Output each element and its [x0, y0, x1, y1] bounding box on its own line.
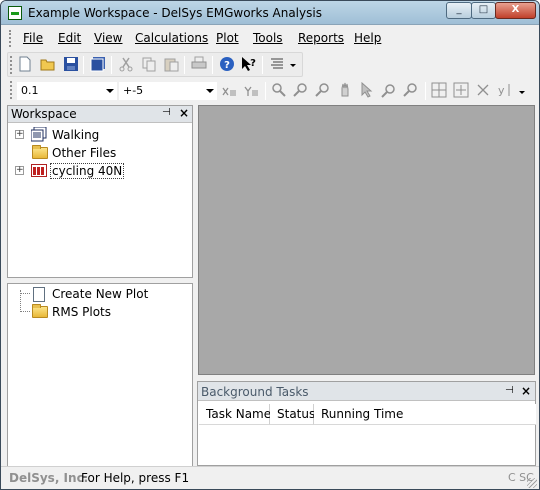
background-tasks-header: Background Tasks ⊣ × [198, 382, 535, 401]
tree-item-create-new-plot[interactable]: Create New Plot [8, 284, 192, 302]
svg-text:y: y [498, 84, 505, 97]
open-folder-icon[interactable] [40, 56, 56, 72]
status-bar: DelSys, Inc. For Help, press F1 C SC [1, 466, 539, 489]
tree-item-label: RMS Plots [52, 305, 111, 319]
data-table-icon [31, 164, 47, 177]
pan-hand-icon[interactable] [337, 82, 353, 98]
tree-item-label: Other Files [52, 146, 117, 160]
zoom-x-icon[interactable] [293, 82, 309, 98]
workspace-header: Workspace ⊣ × [8, 106, 192, 123]
toolbar-grip[interactable] [10, 56, 13, 74]
x-scale-icon[interactable] [475, 82, 491, 98]
value-combo[interactable]: 0.1 [17, 82, 117, 100]
toolbar-separator [265, 82, 266, 100]
svg-text:?: ? [224, 60, 230, 71]
status-company: DelSys, Inc. [9, 471, 89, 485]
background-tasks-panel: Background Tasks ⊣ × Task Name Status Ru… [197, 381, 536, 466]
tree-item-label: Walking [52, 128, 100, 142]
expand-icon[interactable]: + [15, 166, 24, 175]
save-all-icon[interactable] [90, 56, 106, 72]
document-area[interactable] [198, 105, 535, 375]
menu-edit[interactable]: Edit [58, 31, 81, 45]
workspace-title: Workspace [11, 107, 77, 121]
cut-icon[interactable] [118, 56, 134, 72]
tree-item-label: cycling 40N [50, 163, 125, 179]
background-tasks-title: Background Tasks [201, 385, 309, 399]
tree-item-walking[interactable]: + Walking [8, 125, 192, 143]
pin-icon[interactable]: ⊣ [505, 385, 514, 396]
toolbar-separator [111, 56, 112, 74]
pointer-icon[interactable] [359, 82, 375, 98]
status-message: For Help, press F1 [81, 471, 190, 485]
x-axis-lock-icon[interactable] [221, 82, 237, 98]
window-title: Example Workspace - DelSys EMGworks Anal… [28, 6, 322, 20]
y-axis-lock-icon[interactable] [243, 82, 259, 98]
svg-text:?: ? [250, 58, 256, 69]
tree-item-other-files[interactable]: Other Files [8, 143, 192, 161]
toolbar-grip[interactable] [10, 81, 13, 99]
zoom-reset-icon[interactable] [403, 82, 419, 98]
print-icon[interactable] [191, 56, 207, 72]
range-combo-text: +-5 [123, 84, 144, 97]
menu-tools[interactable]: Tools [253, 31, 283, 45]
toolbar-separator [425, 82, 426, 100]
fit-icon[interactable] [453, 82, 469, 98]
column-header-task-name[interactable]: Task Name [199, 404, 271, 425]
grid-icon[interactable] [431, 82, 447, 98]
column-header-running-time[interactable]: Running Time [314, 404, 536, 425]
pin-icon[interactable]: ⊣ [162, 107, 171, 118]
close-button[interactable]: X [495, 2, 536, 19]
folder-icon [32, 145, 48, 159]
toolbar-separator [83, 56, 84, 74]
column-header-status[interactable]: Status [270, 404, 315, 425]
toolbar-separator [184, 56, 185, 74]
copy-icon[interactable] [141, 56, 157, 72]
menu-reports[interactable]: Reports [298, 31, 344, 45]
maximize-button[interactable]: □ [471, 2, 496, 19]
menu-calculations[interactable]: Calculations [135, 31, 208, 45]
menu-grip[interactable] [9, 30, 12, 47]
close-icon[interactable]: × [179, 106, 189, 120]
chevron-down-icon [106, 89, 114, 93]
toolbar-overflow-icon[interactable] [290, 64, 296, 67]
paste-icon[interactable] [163, 56, 179, 72]
tree-item-label: Create New Plot [52, 287, 149, 301]
new-file-icon[interactable] [17, 56, 33, 72]
zoom-out-icon[interactable] [381, 82, 397, 98]
menu-view[interactable]: View [94, 31, 122, 45]
plots-panel: Create New Plot RMS Plots [7, 283, 193, 471]
folder-icon [32, 304, 48, 318]
workspace-panel: Workspace ⊣ × + Walking Other Files + cy… [7, 105, 193, 278]
expand-icon[interactable]: + [15, 130, 24, 139]
toolbar-separator [262, 56, 263, 74]
resize-grip[interactable] [527, 478, 537, 488]
context-help-icon[interactable]: ? [241, 56, 257, 72]
dataset-icon [31, 127, 47, 142]
menu-help[interactable]: Help [354, 31, 381, 45]
menu-file[interactable]: File [23, 31, 43, 45]
minimize-button[interactable]: _ [446, 2, 472, 19]
tree-item-rms-plots[interactable]: RMS Plots [8, 302, 192, 320]
help-icon[interactable]: ? [219, 56, 235, 72]
app-icon [8, 6, 22, 20]
chevron-down-icon [206, 89, 214, 93]
close-icon[interactable]: × [521, 384, 531, 398]
value-combo-text: 0.1 [21, 84, 39, 97]
app-window: Example Workspace - DelSys EMGworks Anal… [0, 0, 540, 490]
toolbar-overflow-icon[interactable] [519, 91, 525, 94]
zoom-icon[interactable] [271, 82, 287, 98]
tree-item-cycling-40n[interactable]: + cycling 40N [8, 161, 192, 179]
save-icon[interactable] [63, 56, 79, 72]
title-bar[interactable]: Example Workspace - DelSys EMGworks Anal… [1, 1, 539, 25]
range-combo[interactable]: +-5 [119, 82, 217, 100]
toolbar-separator [212, 56, 213, 74]
zoom-y-icon[interactable] [315, 82, 331, 98]
menu-plot[interactable]: Plot [216, 31, 239, 45]
y-scale-icon[interactable]: y [497, 82, 513, 98]
list-icon[interactable] [269, 56, 285, 72]
document-icon [33, 287, 45, 302]
